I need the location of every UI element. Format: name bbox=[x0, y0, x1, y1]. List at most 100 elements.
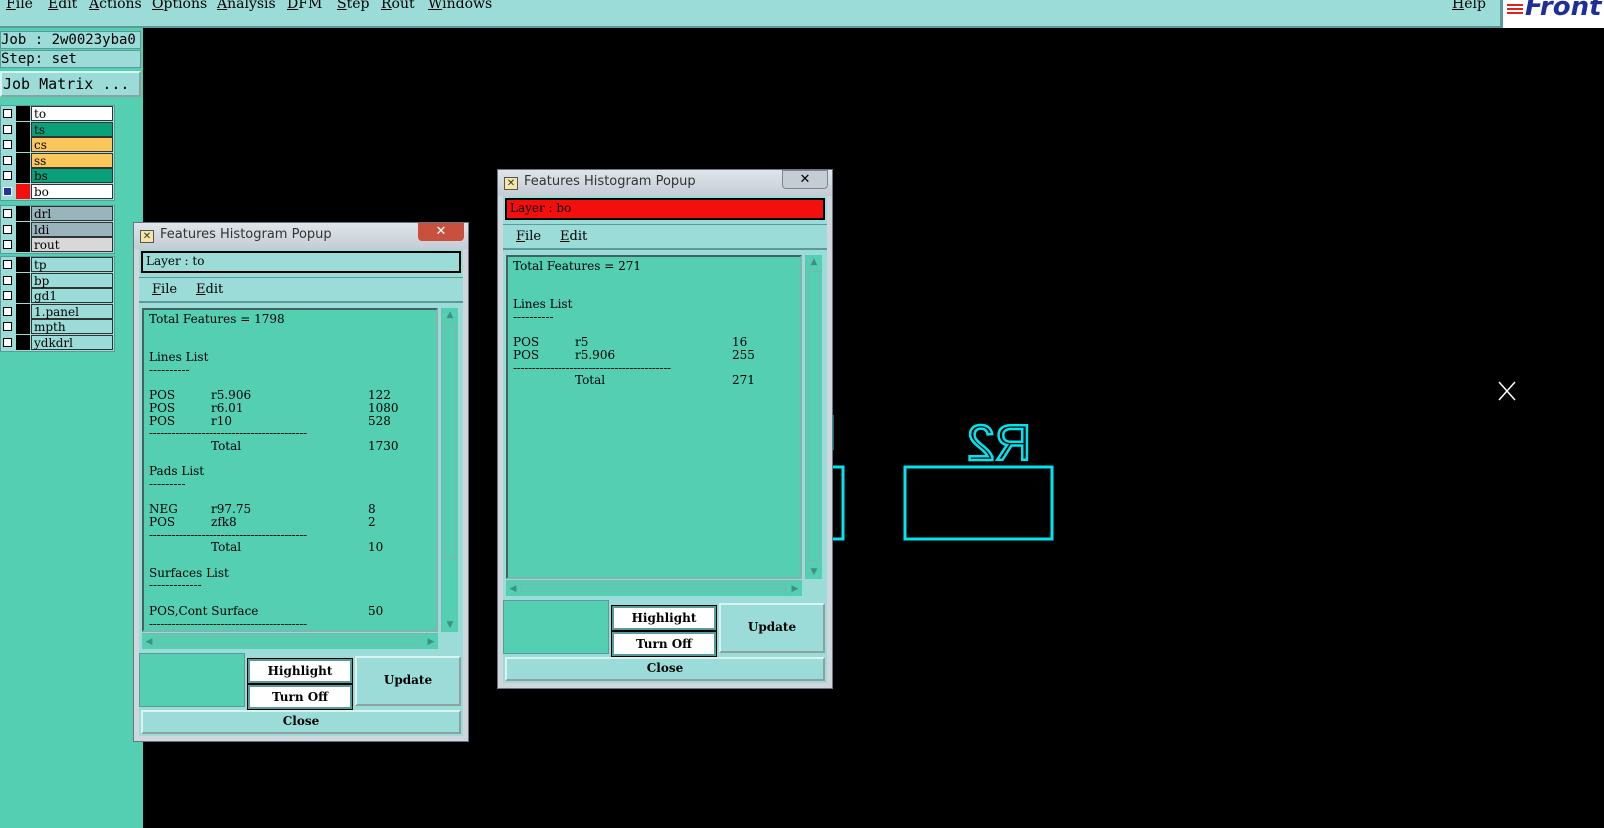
layer-row-ydkdrl[interactable]: ydkdrl bbox=[1, 334, 114, 351]
highlight-button[interactable]: Highlight bbox=[611, 605, 717, 631]
layer-row-to[interactable]: to bbox=[1, 106, 114, 122]
horizontal-scrollbar[interactable]: ◀ ▶ bbox=[506, 580, 802, 596]
menu-dfm[interactable]: DFM bbox=[287, 0, 322, 12]
layer-checkbox[interactable] bbox=[3, 155, 12, 165]
layer-color-swatch[interactable] bbox=[16, 106, 30, 121]
layer-name[interactable]: gd1 bbox=[31, 288, 113, 304]
menu-rout[interactable]: Rout bbox=[381, 0, 415, 12]
layer-row-rout[interactable]: rout bbox=[1, 237, 114, 253]
close-icon[interactable]: ✕ bbox=[782, 170, 828, 189]
layer-row-tp[interactable]: tp bbox=[1, 257, 114, 273]
scroll-left-icon[interactable]: ◀ bbox=[508, 584, 518, 594]
popup-titlebar[interactable]: ✕ Features Histogram Popup ✕ bbox=[134, 223, 468, 249]
scroll-down-icon[interactable]: ▼ bbox=[808, 567, 820, 577]
horizontal-scrollbar[interactable]: ◀ ▶ bbox=[142, 633, 438, 649]
layer-name[interactable]: bp bbox=[31, 272, 113, 288]
layer-row-drl[interactable]: drl bbox=[1, 206, 114, 222]
scroll-right-icon[interactable]: ▶ bbox=[790, 584, 800, 594]
hscroll-thumb[interactable] bbox=[520, 584, 786, 592]
scroll-up-icon[interactable]: ▲ bbox=[808, 257, 820, 267]
layer-row-1panel[interactable]: 1.panel bbox=[1, 303, 114, 320]
layer-checkbox[interactable] bbox=[3, 260, 12, 269]
menu-options[interactable]: Options bbox=[152, 0, 207, 12]
histogram-text-area[interactable]: Total Features = 271 Lines List ----------… bbox=[506, 255, 802, 579]
layer-color-swatch[interactable] bbox=[16, 272, 30, 288]
layer-color-swatch[interactable] bbox=[16, 206, 30, 221]
layer-checkbox[interactable] bbox=[3, 109, 12, 118]
popup-menu-edit[interactable]: Edit bbox=[196, 282, 223, 297]
layer-row-ldi[interactable]: ldi bbox=[1, 221, 114, 238]
layer-row-gd1[interactable]: gd1 bbox=[1, 288, 114, 304]
layer-checkbox[interactable] bbox=[3, 291, 12, 301]
layer-color-swatch[interactable] bbox=[16, 257, 30, 272]
job-matrix-button[interactable]: Job Matrix ... bbox=[0, 71, 141, 97]
layer-checkbox[interactable] bbox=[3, 171, 12, 181]
layer-name[interactable]: ss bbox=[31, 152, 113, 168]
highlight-button[interactable]: Highlight bbox=[247, 658, 353, 684]
menu-analysis[interactable]: Analysis bbox=[217, 0, 276, 12]
layer-color-swatch[interactable] bbox=[16, 121, 30, 137]
menu-step[interactable]: Step bbox=[337, 0, 369, 12]
turn-off-button[interactable]: Turn Off bbox=[247, 684, 353, 710]
scroll-up-icon[interactable]: ▲ bbox=[444, 310, 456, 320]
scroll-down-icon[interactable]: ▼ bbox=[444, 620, 456, 630]
menu-file[interactable]: File bbox=[6, 0, 33, 12]
menu-help[interactable]: Help bbox=[1452, 0, 1486, 12]
popup-menu-file[interactable]: File bbox=[516, 229, 541, 244]
layer-name[interactable]: mpth bbox=[31, 319, 113, 335]
scroll-thumb[interactable] bbox=[808, 271, 820, 561]
layer-row-bo[interactable]: bo bbox=[1, 183, 114, 200]
layer-checkbox[interactable] bbox=[3, 306, 12, 316]
layer-checkbox[interactable] bbox=[3, 322, 12, 332]
layer-checkbox[interactable] bbox=[3, 186, 12, 196]
layer-color-swatch[interactable] bbox=[16, 137, 30, 153]
update-button[interactable]: Update bbox=[719, 603, 825, 653]
histogram-text-area[interactable]: Total Features = 1798 Lines List ---------… bbox=[142, 308, 438, 632]
hscroll-thumb[interactable] bbox=[156, 637, 422, 645]
layer-color-swatch[interactable] bbox=[16, 303, 30, 319]
scroll-left-icon[interactable]: ◀ bbox=[144, 637, 154, 647]
close-button[interactable]: Close bbox=[505, 657, 825, 681]
layer-checkbox[interactable] bbox=[3, 140, 12, 150]
update-button[interactable]: Update bbox=[355, 656, 461, 706]
layer-checkbox[interactable] bbox=[3, 224, 12, 234]
layer-color-swatch[interactable] bbox=[16, 334, 30, 350]
layer-color-swatch[interactable] bbox=[16, 221, 30, 237]
layer-color-swatch[interactable] bbox=[16, 237, 30, 253]
layer-color-swatch[interactable] bbox=[16, 319, 30, 335]
turn-off-button[interactable]: Turn Off bbox=[611, 631, 717, 657]
layer-checkbox[interactable] bbox=[3, 209, 12, 218]
layer-checkbox[interactable] bbox=[3, 240, 12, 250]
layer-name[interactable]: bo bbox=[31, 183, 113, 199]
layer-name[interactable]: 1.panel bbox=[31, 303, 113, 319]
layer-checkbox[interactable] bbox=[3, 275, 12, 285]
layer-checkbox[interactable] bbox=[3, 124, 12, 134]
layer-checkbox[interactable] bbox=[3, 337, 12, 347]
vertical-scrollbar[interactable]: ▲ ▼ bbox=[441, 308, 458, 632]
popup-menu-file[interactable]: File bbox=[152, 282, 177, 297]
layer-name[interactable]: cs bbox=[31, 137, 113, 153]
layer-name[interactable]: drl bbox=[31, 206, 113, 221]
layer-name[interactable]: ldi bbox=[31, 221, 113, 237]
layer-color-swatch[interactable] bbox=[16, 168, 30, 184]
layer-color-swatch[interactable] bbox=[16, 288, 30, 304]
layer-row-cs[interactable]: cs bbox=[1, 137, 114, 153]
scroll-thumb[interactable] bbox=[444, 324, 456, 560]
menu-windows[interactable]: Windows bbox=[428, 0, 492, 12]
layer-name[interactable]: ts bbox=[31, 121, 113, 137]
menu-edit[interactable]: Edit bbox=[48, 0, 77, 12]
layer-name[interactable]: ydkdrl bbox=[31, 334, 113, 350]
layer-name[interactable]: to bbox=[31, 106, 113, 121]
scroll-right-icon[interactable]: ▶ bbox=[426, 637, 436, 647]
layer-row-ss[interactable]: ss bbox=[1, 152, 114, 169]
layer-row-bs[interactable]: bs bbox=[1, 168, 114, 184]
layer-row-ts[interactable]: ts bbox=[1, 121, 114, 138]
popup-menu-edit[interactable]: Edit bbox=[560, 229, 587, 244]
close-icon[interactable]: ✕ bbox=[418, 223, 464, 241]
vertical-scrollbar[interactable]: ▲ ▼ bbox=[805, 255, 822, 579]
layer-name[interactable]: tp bbox=[31, 257, 113, 272]
layer-row-mpth[interactable]: mpth bbox=[1, 319, 114, 335]
menu-actions[interactable]: Actions bbox=[89, 0, 142, 12]
layer-name[interactable]: bs bbox=[31, 168, 113, 184]
layer-name[interactable]: rout bbox=[31, 237, 113, 253]
